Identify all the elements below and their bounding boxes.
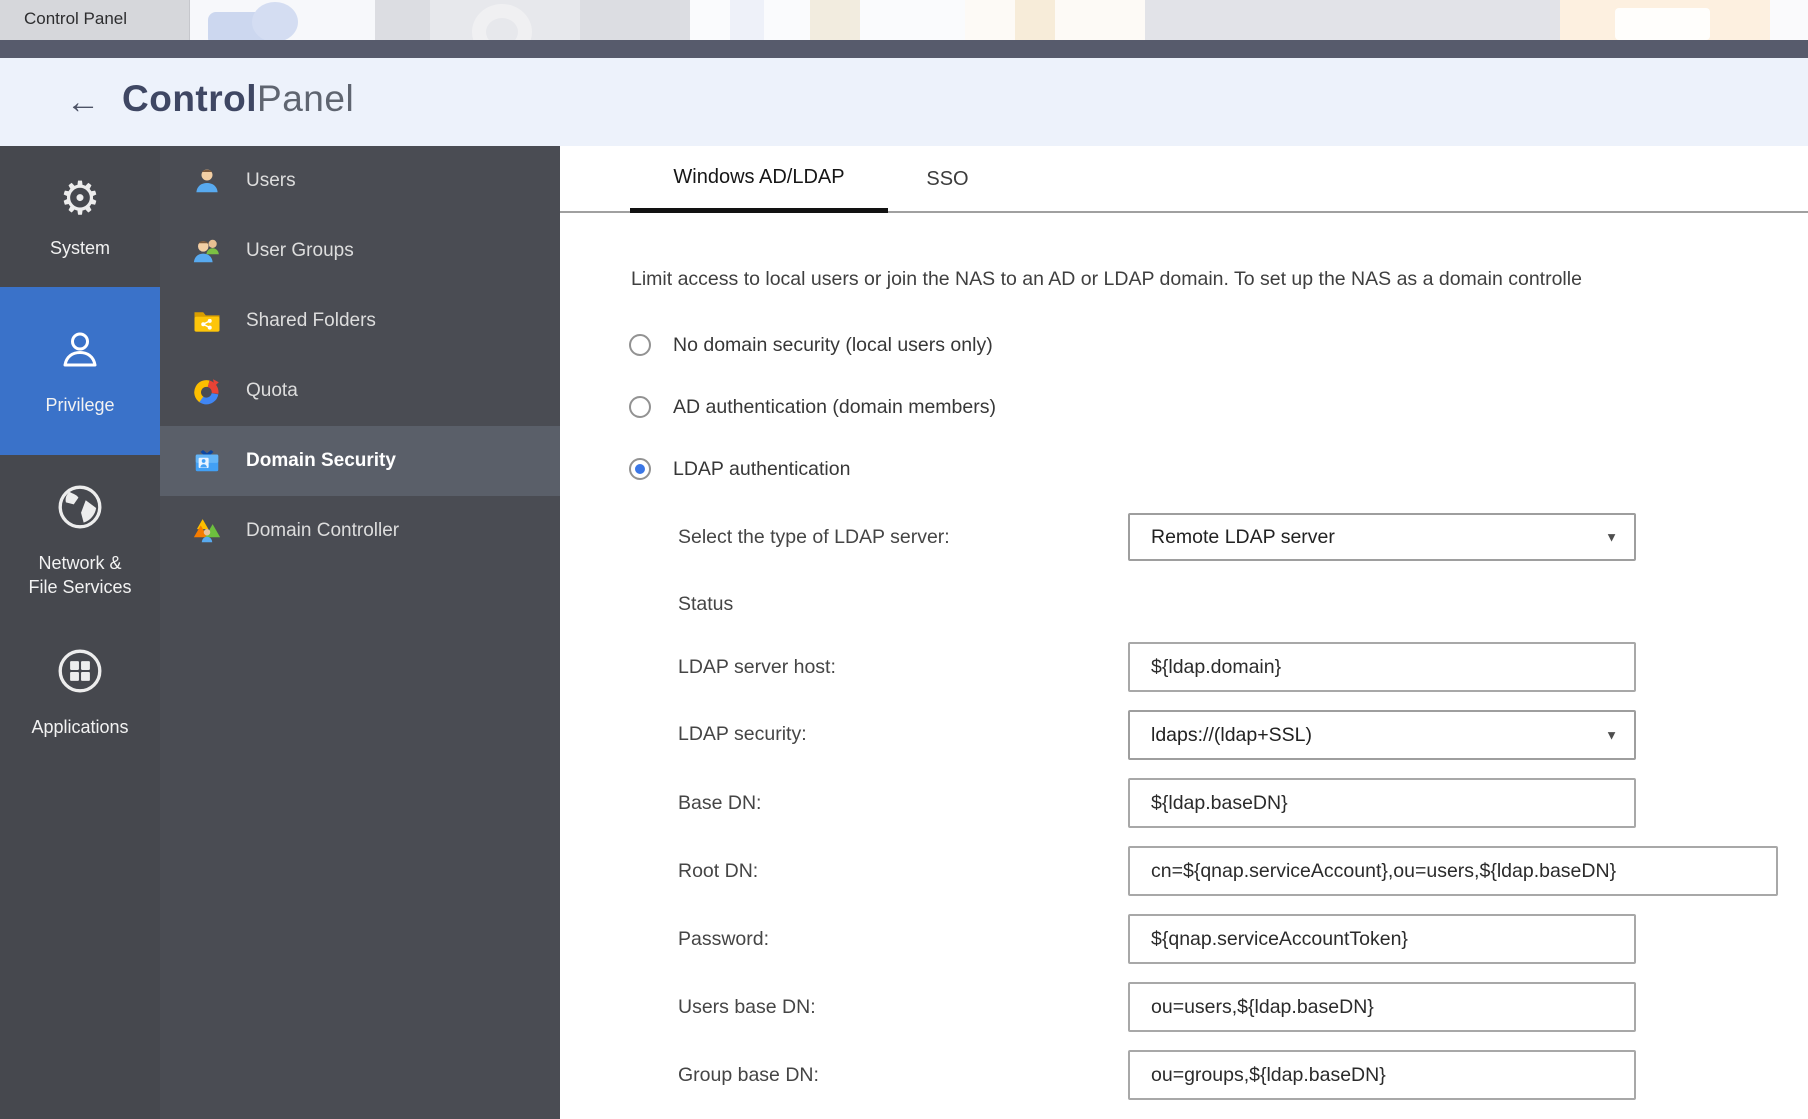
page-title: ControlPanel	[122, 78, 354, 120]
rail-item-label-line2: File Services	[28, 575, 131, 599]
radio-label[interactable]: No domain security (local users only)	[673, 334, 993, 357]
background-app-window	[965, 0, 1145, 40]
back-button[interactable]: ←	[66, 80, 100, 124]
submenu-item-label: Quota	[246, 380, 298, 402]
password-input[interactable]	[1128, 914, 1636, 964]
submenu-item-label: Domain Security	[246, 450, 396, 472]
domain-security-content: Windows AD/LDAP SSO Limit access to loca…	[560, 146, 1808, 1119]
shared-folder-icon	[192, 306, 226, 336]
qnap-control-panel-window: Control Panel ← ControlPanel ⚙ System	[0, 0, 1808, 1119]
person-icon	[56, 326, 104, 379]
domain-controller-icon	[192, 516, 226, 546]
ldap-server-host-label: LDAP server host:	[678, 642, 836, 692]
submenu-item-quota[interactable]: Quota	[160, 356, 560, 426]
base-dn-label: Base DN:	[678, 778, 761, 828]
rail-item-applications[interactable]: Applications	[0, 625, 160, 760]
domain-security-badge-icon	[192, 446, 226, 476]
window-titlebar	[0, 40, 1808, 58]
ldap-security-label: LDAP security:	[678, 710, 807, 758]
base-dn-input[interactable]	[1128, 778, 1636, 828]
status-label: Status	[678, 584, 733, 624]
submenu-item-user-groups[interactable]: User Groups	[160, 216, 560, 286]
privilege-submenu: Users User Groups	[160, 146, 560, 1119]
desktop-background-strip: Control Panel	[0, 0, 1808, 40]
app-grid-icon	[55, 646, 105, 701]
chevron-down-icon: ▼	[1605, 728, 1618, 743]
root-dn-input[interactable]	[1128, 846, 1778, 896]
background-app-window	[1145, 0, 1560, 40]
gear-icon: ⚙	[59, 174, 100, 222]
radio-button-icon[interactable]	[629, 334, 651, 356]
ldap-server-host-input[interactable]	[1128, 642, 1636, 692]
tab-sso[interactable]: SSO	[907, 146, 988, 213]
tab-windows-ad-ldap[interactable]: Windows AD/LDAP	[630, 146, 888, 213]
radio-label[interactable]: AD authentication (domain members)	[673, 396, 996, 419]
chevron-down-icon: ▼	[1605, 530, 1618, 545]
submenu-item-label: Users	[246, 170, 296, 192]
group-base-dn-input[interactable]	[1128, 1050, 1636, 1100]
ldap-server-type-value: Remote LDAP server	[1151, 526, 1335, 549]
rail-item-label: Applications	[31, 715, 128, 739]
radio-button-selected-icon[interactable]	[629, 458, 651, 480]
user-groups-icon	[192, 236, 226, 266]
background-settings-icon-ghost	[430, 0, 580, 40]
rail-item-label: Privilege	[45, 393, 114, 417]
users-base-dn-input[interactable]	[1128, 982, 1636, 1032]
submenu-item-domain-security[interactable]: Domain Security	[160, 426, 560, 496]
submenu-item-shared-folders[interactable]: Shared Folders	[160, 286, 560, 356]
ldap-security-value: ldaps://(ldap+SSL)	[1151, 724, 1312, 747]
root-dn-label: Root DN:	[678, 846, 758, 896]
radio-no-domain-security[interactable]: No domain security (local users only)	[629, 332, 996, 358]
domain-security-options: No domain security (local users only) AD…	[629, 332, 996, 518]
background-app-window	[1560, 0, 1770, 40]
taskbar-tab-label: Control Panel	[24, 9, 127, 29]
radio-ad-authentication[interactable]: AD authentication (domain members)	[629, 394, 996, 420]
ldap-security-select[interactable]: ldaps://(ldap+SSL) ▼	[1128, 710, 1636, 760]
submenu-item-label: Shared Folders	[246, 310, 376, 332]
group-base-dn-label: Group base DN:	[678, 1050, 819, 1100]
page-title-bold: Control	[122, 78, 257, 119]
ldap-server-type-select[interactable]: Remote LDAP server ▼	[1128, 513, 1636, 561]
tab-strip: Windows AD/LDAP SSO	[560, 146, 1808, 213]
users-base-dn-label: Users base DN:	[678, 982, 816, 1032]
user-icon	[192, 166, 226, 196]
rail-item-label-line1: Network &	[38, 551, 121, 575]
submenu-item-label: User Groups	[246, 240, 354, 262]
taskbar-tab-control-panel[interactable]: Control Panel	[0, 0, 190, 40]
radio-button-icon[interactable]	[629, 396, 651, 418]
control-panel-header: ← ControlPanel	[0, 58, 1808, 146]
rail-item-network-file-services[interactable]: Network & File Services	[0, 455, 160, 625]
rail-item-privilege[interactable]: Privilege	[0, 287, 160, 455]
globe-icon	[55, 482, 105, 537]
submenu-item-domain-controller[interactable]: Domain Controller	[160, 496, 560, 566]
submenu-item-users[interactable]: Users	[160, 146, 560, 216]
page-title-light: Panel	[257, 78, 354, 119]
rail-item-label: System	[50, 236, 110, 260]
ldap-server-type-label: Select the type of LDAP server:	[678, 513, 950, 561]
background-app-window	[690, 0, 965, 40]
background-app-window	[1770, 0, 1808, 40]
radio-label[interactable]: LDAP authentication	[673, 458, 850, 481]
page-description: Limit access to local users or join the …	[631, 268, 1808, 291]
password-label: Password:	[678, 914, 769, 964]
radio-ldap-authentication[interactable]: LDAP authentication	[629, 456, 996, 482]
background-app-window	[190, 0, 375, 40]
rail-item-system[interactable]: ⚙ System	[0, 146, 160, 287]
body: ⚙ System Privilege	[0, 146, 1808, 1119]
quota-donut-icon	[192, 376, 226, 406]
category-rail: ⚙ System Privilege	[0, 146, 160, 1119]
submenu-item-label: Domain Controller	[246, 520, 399, 542]
